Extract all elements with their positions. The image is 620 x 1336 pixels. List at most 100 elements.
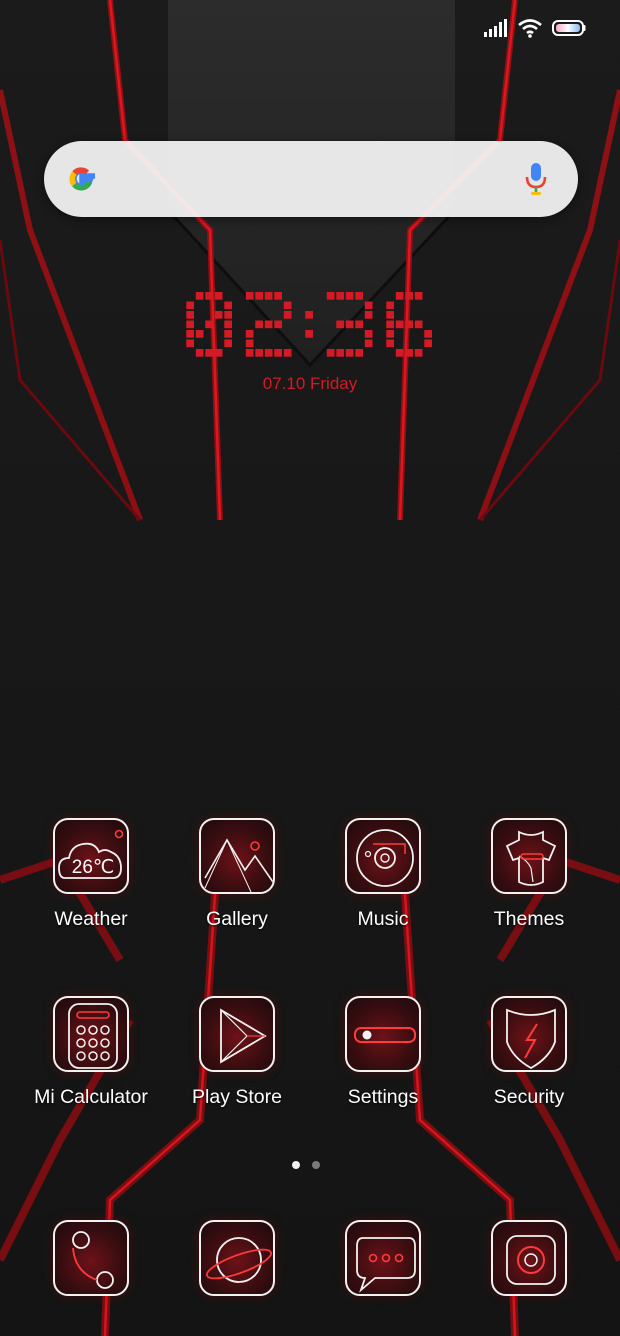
clock-pixel [355, 320, 363, 329]
clock-pixel [274, 320, 282, 329]
clock-pixel [186, 311, 194, 319]
clock-pixel [214, 311, 223, 319]
settings-toggle-icon [345, 996, 421, 1072]
mountain-icon [199, 818, 275, 894]
clock-pixel [283, 311, 292, 319]
clock-pixel [283, 349, 292, 357]
clock-pixel [405, 292, 413, 300]
google-g-icon [69, 167, 95, 191]
clock-pixel [264, 320, 273, 329]
clock-pixel [414, 292, 423, 300]
app-settings[interactable]: Settings [310, 996, 456, 1109]
clock-pixel [245, 330, 254, 338]
calculator-icon [53, 996, 129, 1072]
clock-pixel [395, 320, 404, 329]
microphone-icon[interactable] [524, 161, 548, 197]
clock-pixel [274, 349, 282, 357]
weather-temp: 26℃ [71, 857, 115, 878]
clock-pixel [355, 349, 363, 357]
app-themes[interactable]: Themes [456, 818, 602, 931]
clock-pixel [224, 330, 232, 338]
music-disc-icon [345, 818, 421, 894]
app-label: Themes [493, 908, 565, 930]
app-label: Weather [54, 908, 128, 930]
clock-pixel [395, 292, 404, 300]
themes-shirt-icon [491, 818, 567, 894]
clock-pixel [336, 320, 344, 329]
clock-pixel [186, 320, 194, 329]
clock-pixel [255, 292, 263, 300]
clock-pixel [414, 320, 423, 329]
clock-widget[interactable] [0, 290, 620, 360]
clock-pixel [195, 349, 204, 357]
page-indicator[interactable] [292, 1161, 320, 1169]
app-gallery[interactable]: Gallery [164, 818, 310, 931]
clock-pixel [224, 339, 232, 348]
clock-pixel [224, 320, 232, 329]
clock-pixel [186, 339, 194, 348]
clock-pixel [224, 311, 232, 319]
page-dot-2[interactable] [312, 1161, 320, 1169]
security-shield-icon [491, 996, 567, 1072]
clock-pixel [395, 349, 404, 357]
clock-pixel [195, 330, 204, 338]
clock-pixel [205, 349, 213, 357]
app-music[interactable]: Music [310, 818, 456, 931]
clock-pixel [345, 320, 354, 329]
app-label: Gallery [206, 908, 268, 930]
clock-pixel [205, 320, 213, 329]
clock-pixel [245, 339, 254, 348]
app-weather[interactable]: 26℃ Weather [18, 818, 164, 931]
dock-browser[interactable] [164, 1220, 310, 1296]
clock-pixel [186, 301, 194, 310]
app-mi-calculator[interactable]: Mi Calculator [18, 996, 164, 1109]
clock-pixel [364, 301, 373, 310]
clock-digit [186, 292, 232, 357]
clock-pixel [195, 292, 204, 300]
messages-icon [345, 1220, 421, 1296]
clock-digit [245, 292, 292, 357]
browser-planet-icon [199, 1220, 275, 1296]
clock-pixel [214, 292, 223, 300]
clock-pixel [424, 339, 432, 348]
clock-pixel [186, 330, 194, 338]
play-store-icon [199, 996, 275, 1072]
clock-pixel [364, 339, 373, 348]
clock-pixel [305, 311, 313, 319]
dock-phone[interactable] [18, 1220, 164, 1296]
clock-digit [326, 292, 373, 357]
status-bar [0, 0, 620, 56]
clock-pixel [405, 320, 413, 329]
clock-pixel [205, 292, 213, 300]
clock-pixel [386, 330, 394, 338]
dock-camera[interactable] [456, 1220, 602, 1296]
clock-pixel [214, 349, 223, 357]
clock-pixel [255, 349, 263, 357]
clock-pixel [305, 330, 313, 338]
clock-pixel [414, 349, 423, 357]
app-label: Settings [347, 1086, 419, 1108]
clock-pixel [283, 301, 292, 310]
app-label: Mi Calculator [34, 1086, 148, 1108]
clock-pixel [364, 311, 373, 319]
clock-pixel [326, 349, 335, 357]
date-label: 07.10 Friday [262, 374, 358, 393]
clock-pixel [386, 339, 394, 348]
wifi-icon [518, 19, 542, 38]
clock-pixel [355, 292, 363, 300]
clock-pixel [345, 292, 354, 300]
app-label: Music [357, 908, 409, 930]
page-dot-1[interactable] [292, 1161, 300, 1169]
weather-cloud-icon: 26℃ [53, 818, 129, 894]
clock-pixel [405, 349, 413, 357]
dock-messages[interactable] [310, 1220, 456, 1296]
battery-icon [552, 20, 586, 36]
clock-pixel [326, 292, 335, 300]
app-label: Security [493, 1086, 565, 1108]
google-search-bar[interactable] [44, 141, 578, 217]
app-play-store[interactable]: Play Store [164, 996, 310, 1109]
clock-pixel [224, 301, 232, 310]
app-security[interactable]: Security [456, 996, 602, 1109]
clock-pixel [274, 292, 282, 300]
signal-bars-icon [484, 19, 507, 37]
